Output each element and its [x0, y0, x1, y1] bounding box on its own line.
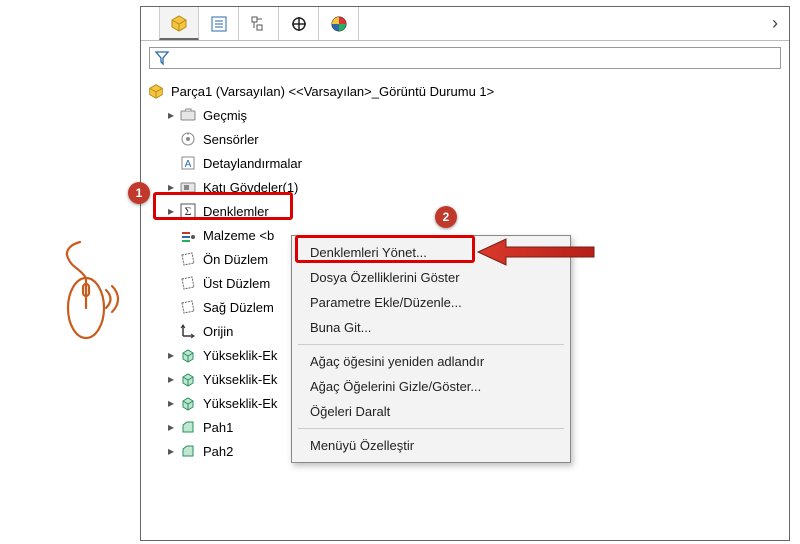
svg-text:Σ: Σ	[185, 204, 192, 218]
tree-item-annotations[interactable]: A Detaylandırmalar	[147, 151, 783, 175]
ctx-rename-tree-item[interactable]: Ağaç öğesini yeniden adlandır	[292, 349, 570, 374]
tree-filter-input[interactable]	[149, 47, 781, 69]
tree-item-solid-bodies[interactable]: ▸ Katı Gövdeler(1)	[147, 175, 783, 199]
ctx-separator	[298, 344, 564, 345]
plane-icon	[179, 274, 197, 292]
tab-display-manager[interactable]	[319, 7, 359, 40]
plane-icon	[179, 250, 197, 268]
context-menu: Denklemleri Yönet... Dosya Özelliklerini…	[291, 235, 571, 463]
toolbar-overflow[interactable]: ›	[761, 7, 789, 40]
sigma-icon: Σ	[179, 202, 197, 220]
extrude-icon	[179, 346, 197, 364]
ctx-go-to[interactable]: Buna Git...	[292, 315, 570, 340]
folder-history-icon	[179, 106, 197, 124]
svg-text:A: A	[185, 159, 192, 170]
expander-icon[interactable]: ▸	[165, 372, 177, 386]
expander-icon[interactable]: ▸	[165, 204, 177, 218]
extrude-icon	[179, 394, 197, 412]
arrow-annotation	[476, 235, 596, 269]
tab-feature-tree[interactable]	[159, 7, 199, 40]
ctx-add-edit-parameter[interactable]: Parametre Ekle/Düzenle...	[292, 290, 570, 315]
tree-item-history[interactable]: ▸ Geçmiş	[147, 103, 783, 127]
sensors-icon	[179, 130, 197, 148]
part-icon	[147, 82, 165, 100]
callout-1: 1	[128, 182, 150, 204]
filter-row	[141, 41, 789, 75]
expander-icon[interactable]: ▸	[165, 348, 177, 362]
callout-2: 2	[435, 206, 457, 228]
expander-icon[interactable]: ▸	[165, 420, 177, 434]
expander-icon[interactable]: ▸	[165, 180, 177, 194]
panel-frame: › Parça1 (Varsayılan) <<Varsayılan>_Görü…	[140, 6, 790, 541]
extrude-icon	[179, 370, 197, 388]
tree-item-equations[interactable]: ▸ Σ Denklemler	[147, 199, 783, 223]
origin-icon	[179, 322, 197, 340]
feature-tree-toolbar: ›	[141, 7, 789, 41]
chamfer-icon	[179, 442, 197, 460]
annotations-icon: A	[179, 154, 197, 172]
mouse-cursor-annotation	[58, 238, 128, 348]
tree-root[interactable]: Parça1 (Varsayılan) <<Varsayılan>_Görünt…	[147, 79, 783, 103]
tab-property-manager[interactable]	[199, 7, 239, 40]
ctx-collapse-items[interactable]: Öğeleri Daralt	[292, 399, 570, 424]
plane-icon	[179, 298, 197, 316]
chamfer-icon	[179, 418, 197, 436]
ctx-hide-show-tree-items[interactable]: Ağaç Öğelerini Gizle/Göster...	[292, 374, 570, 399]
chevron-right-icon: ›	[772, 13, 778, 34]
solid-bodies-icon	[179, 178, 197, 196]
tree-root-label: Parça1 (Varsayılan) <<Varsayılan>_Görünt…	[171, 84, 494, 99]
expander-icon[interactable]: ▸	[165, 108, 177, 122]
tab-dimxpert[interactable]	[279, 7, 319, 40]
expander-icon[interactable]: ▸	[165, 444, 177, 458]
ctx-customize-menu[interactable]: Menüyü Özelleştir	[292, 433, 570, 458]
ctx-separator	[298, 428, 564, 429]
expander-icon[interactable]: ▸	[165, 396, 177, 410]
tree-item-sensors[interactable]: Sensörler	[147, 127, 783, 151]
funnel-icon	[154, 50, 170, 66]
material-icon	[179, 226, 197, 244]
tab-configuration-manager[interactable]	[239, 7, 279, 40]
